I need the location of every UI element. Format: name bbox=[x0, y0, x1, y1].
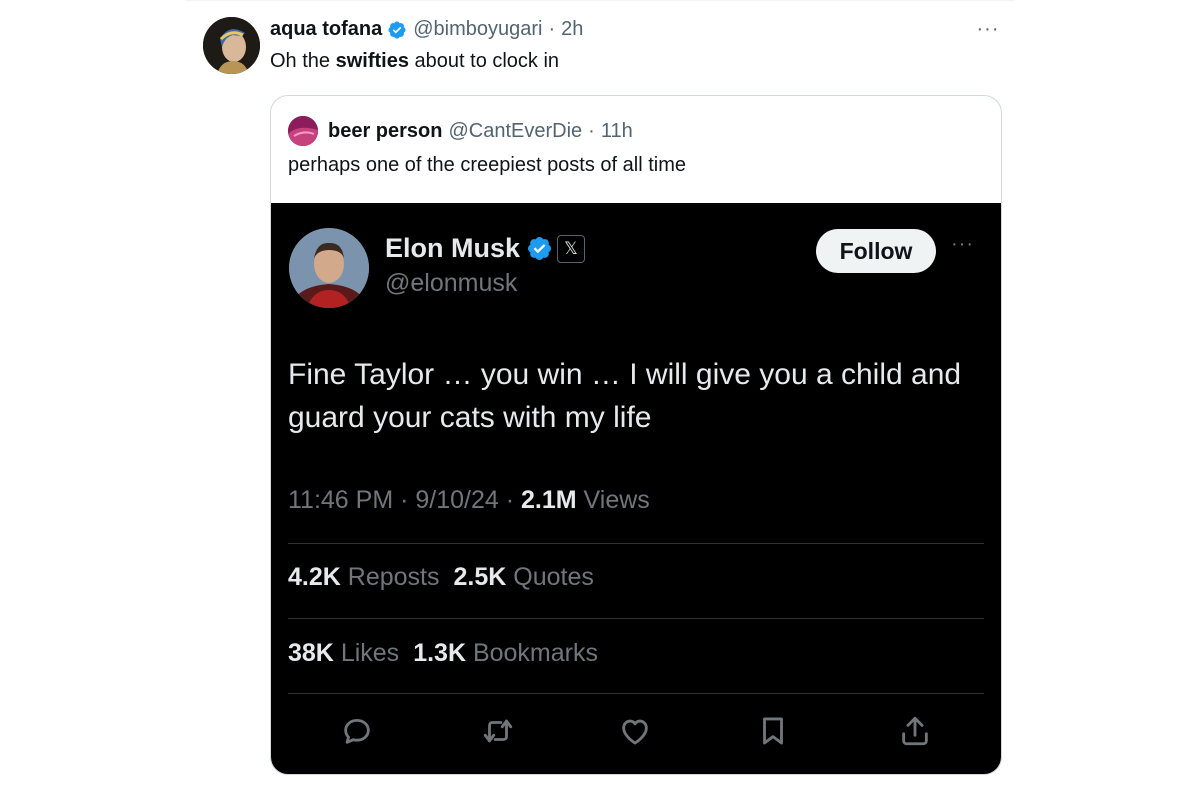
embedded-author-name: Elon Musk bbox=[385, 233, 521, 263]
reposts-count: 4.2K bbox=[288, 563, 341, 591]
share-icon bbox=[895, 711, 935, 751]
more-icon[interactable]: ··· bbox=[974, 18, 1002, 42]
quoted-tweet-text: perhaps one of the creepiest posts of al… bbox=[288, 154, 687, 176]
tweet: aqua tofana @bimboyugari · 2h ··· Oh the… bbox=[0, 0, 1200, 800]
embedded-tweet-text: Fine Taylor … you win … I will give you … bbox=[288, 358, 962, 434]
tweet-text-bold: swifties bbox=[335, 50, 409, 72]
author-avatar[interactable] bbox=[203, 17, 260, 74]
reposts-quotes-row: 4.2K Reposts 2.5K Quotes bbox=[288, 563, 594, 592]
views-label: Views bbox=[576, 486, 650, 514]
tweet-text: Oh the swifties about to clock in bbox=[270, 50, 559, 73]
follow-button: Follow bbox=[816, 229, 936, 273]
embedded-author-avatar bbox=[289, 228, 369, 308]
x-logo-icon: 𝕏 bbox=[557, 234, 586, 263]
quoted-timestamp[interactable]: 11h bbox=[601, 120, 633, 143]
likes-bookmarks-row: 38K Likes 1.3K Bookmarks bbox=[288, 639, 598, 668]
likes-count: 38K bbox=[288, 639, 334, 667]
reposts-label: Reposts bbox=[340, 563, 440, 591]
divider bbox=[288, 693, 984, 694]
divider bbox=[288, 618, 984, 619]
quoted-tweet-header: beer person @CantEverDie · 11h bbox=[288, 116, 633, 146]
quoted-separator-dot: · bbox=[588, 119, 595, 142]
embedded-meta: 11:46 PM · 9/10/24 · 2.1M Views bbox=[288, 486, 650, 515]
embedded-action-bar bbox=[271, 711, 1001, 761]
embedded-name-row: Elon Musk 𝕏 bbox=[385, 233, 586, 264]
author-name[interactable]: aqua tofana bbox=[270, 18, 382, 41]
quotes-count: 2.5K bbox=[453, 563, 507, 591]
views-count: 2.1M bbox=[521, 486, 577, 514]
tweet-text-end: about to clock in bbox=[408, 50, 560, 72]
quoted-author-handle[interactable]: @CantEverDie bbox=[448, 120, 582, 143]
quoted-author-name[interactable]: beer person bbox=[328, 120, 442, 143]
likes-label: Likes bbox=[333, 639, 400, 667]
quotes-label: Quotes bbox=[506, 563, 594, 591]
divider bbox=[288, 543, 984, 544]
quoted-tweet[interactable]: beer person @CantEverDie · 11h perhaps o… bbox=[270, 95, 1002, 775]
embedded-screenshot: Elon Musk 𝕏 @elonmusk Follow ··· Fine Ta… bbox=[271, 203, 1001, 774]
tweet-header: aqua tofana @bimboyugari · 2h bbox=[270, 18, 583, 41]
author-handle[interactable]: @bimboyugari bbox=[413, 18, 542, 41]
embedded-author-handle: @elonmusk bbox=[385, 269, 518, 297]
bookmarks-count: 1.3K bbox=[413, 639, 466, 667]
repost-icon bbox=[478, 711, 518, 751]
timestamp[interactable]: 2h bbox=[561, 18, 583, 41]
reply-icon bbox=[337, 711, 377, 751]
tweet-text-start: Oh the bbox=[270, 50, 336, 72]
more-icon: ··· bbox=[951, 233, 974, 255]
verified-badge-icon bbox=[527, 236, 552, 261]
verified-badge-icon bbox=[388, 20, 406, 39]
quoted-author-avatar[interactable] bbox=[288, 116, 318, 146]
embedded-timestamp: 11:46 PM · 9/10/24 · bbox=[288, 486, 521, 514]
bookmark-icon bbox=[753, 711, 793, 751]
bookmarks-label: Bookmarks bbox=[466, 639, 598, 667]
like-icon bbox=[615, 711, 655, 751]
separator-dot: · bbox=[548, 18, 556, 40]
